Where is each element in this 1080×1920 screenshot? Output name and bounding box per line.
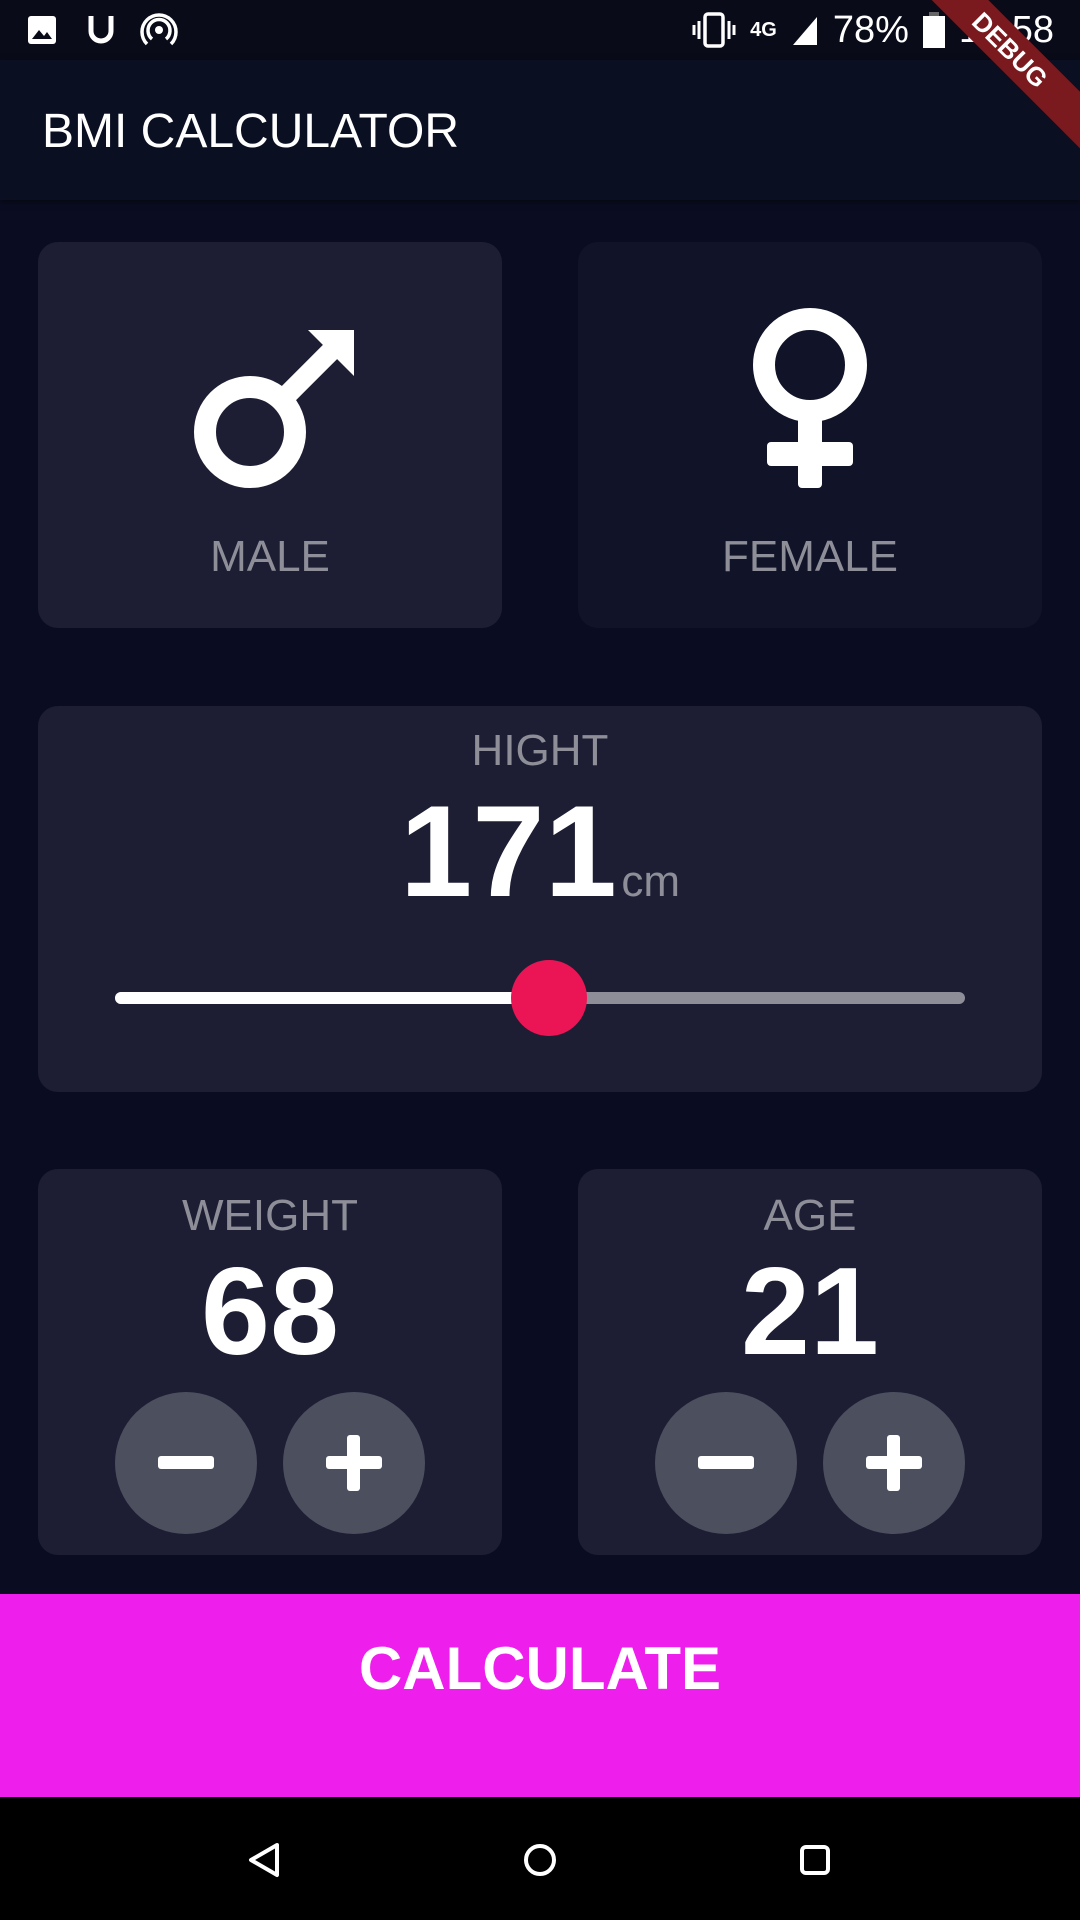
weight-label: WEIGHT [182,1191,358,1240]
height-value: 171 [399,778,617,924]
weight-decrement-button[interactable] [115,1392,257,1534]
image-icon [28,16,56,44]
minus-icon [698,1456,754,1469]
plus-icon [326,1435,382,1491]
height-label: HIGHT [471,726,609,775]
female-icon [753,308,867,488]
height-card: HIGHT 171 cm [38,706,1042,1092]
hotspot-icon [140,13,178,46]
male-label: MALE [210,532,330,581]
app-bar: BMI CALCULATOR [0,60,1080,200]
status-bar: 4G 78% 12:58 [0,0,1080,60]
female-card[interactable]: FEMALE [578,242,1042,628]
page-title: BMI CALCULATOR [42,105,459,158]
age-increment-button[interactable] [823,1392,965,1534]
age-card: AGE 21 [578,1169,1042,1555]
weight-increment-button[interactable] [283,1392,425,1534]
plus-icon [866,1435,922,1491]
calculate-label: CALCULATE [358,1635,722,1702]
weight-value: 68 [201,1243,339,1381]
slider-thumb[interactable] [510,960,587,1036]
navigation-bar [0,1797,1080,1920]
home-icon[interactable] [520,1840,560,1880]
height-readout: 171 cm [38,776,1042,926]
female-label: FEMALE [721,532,899,581]
height-slider[interactable] [115,960,965,1036]
slider-active-track [115,992,549,1004]
male-icon [194,330,354,488]
age-decrement-button[interactable] [655,1392,797,1534]
height-unit: cm [621,857,680,906]
battery-percent: 78% [832,8,909,51]
age-value: 21 [741,1243,879,1381]
battery-icon [922,12,945,48]
minus-icon [158,1456,214,1469]
u-app-icon [88,16,114,44]
signal-icon [792,17,817,45]
male-card[interactable]: MALE [38,242,502,628]
back-icon[interactable] [245,1840,285,1880]
calculate-button[interactable]: CALCULATE [0,1594,1080,1797]
network-type: 4G [750,18,777,41]
vibrate-icon [692,12,736,48]
recents-icon[interactable] [795,1840,835,1880]
weight-card: WEIGHT 68 [38,1169,502,1555]
age-label: AGE [763,1191,857,1240]
